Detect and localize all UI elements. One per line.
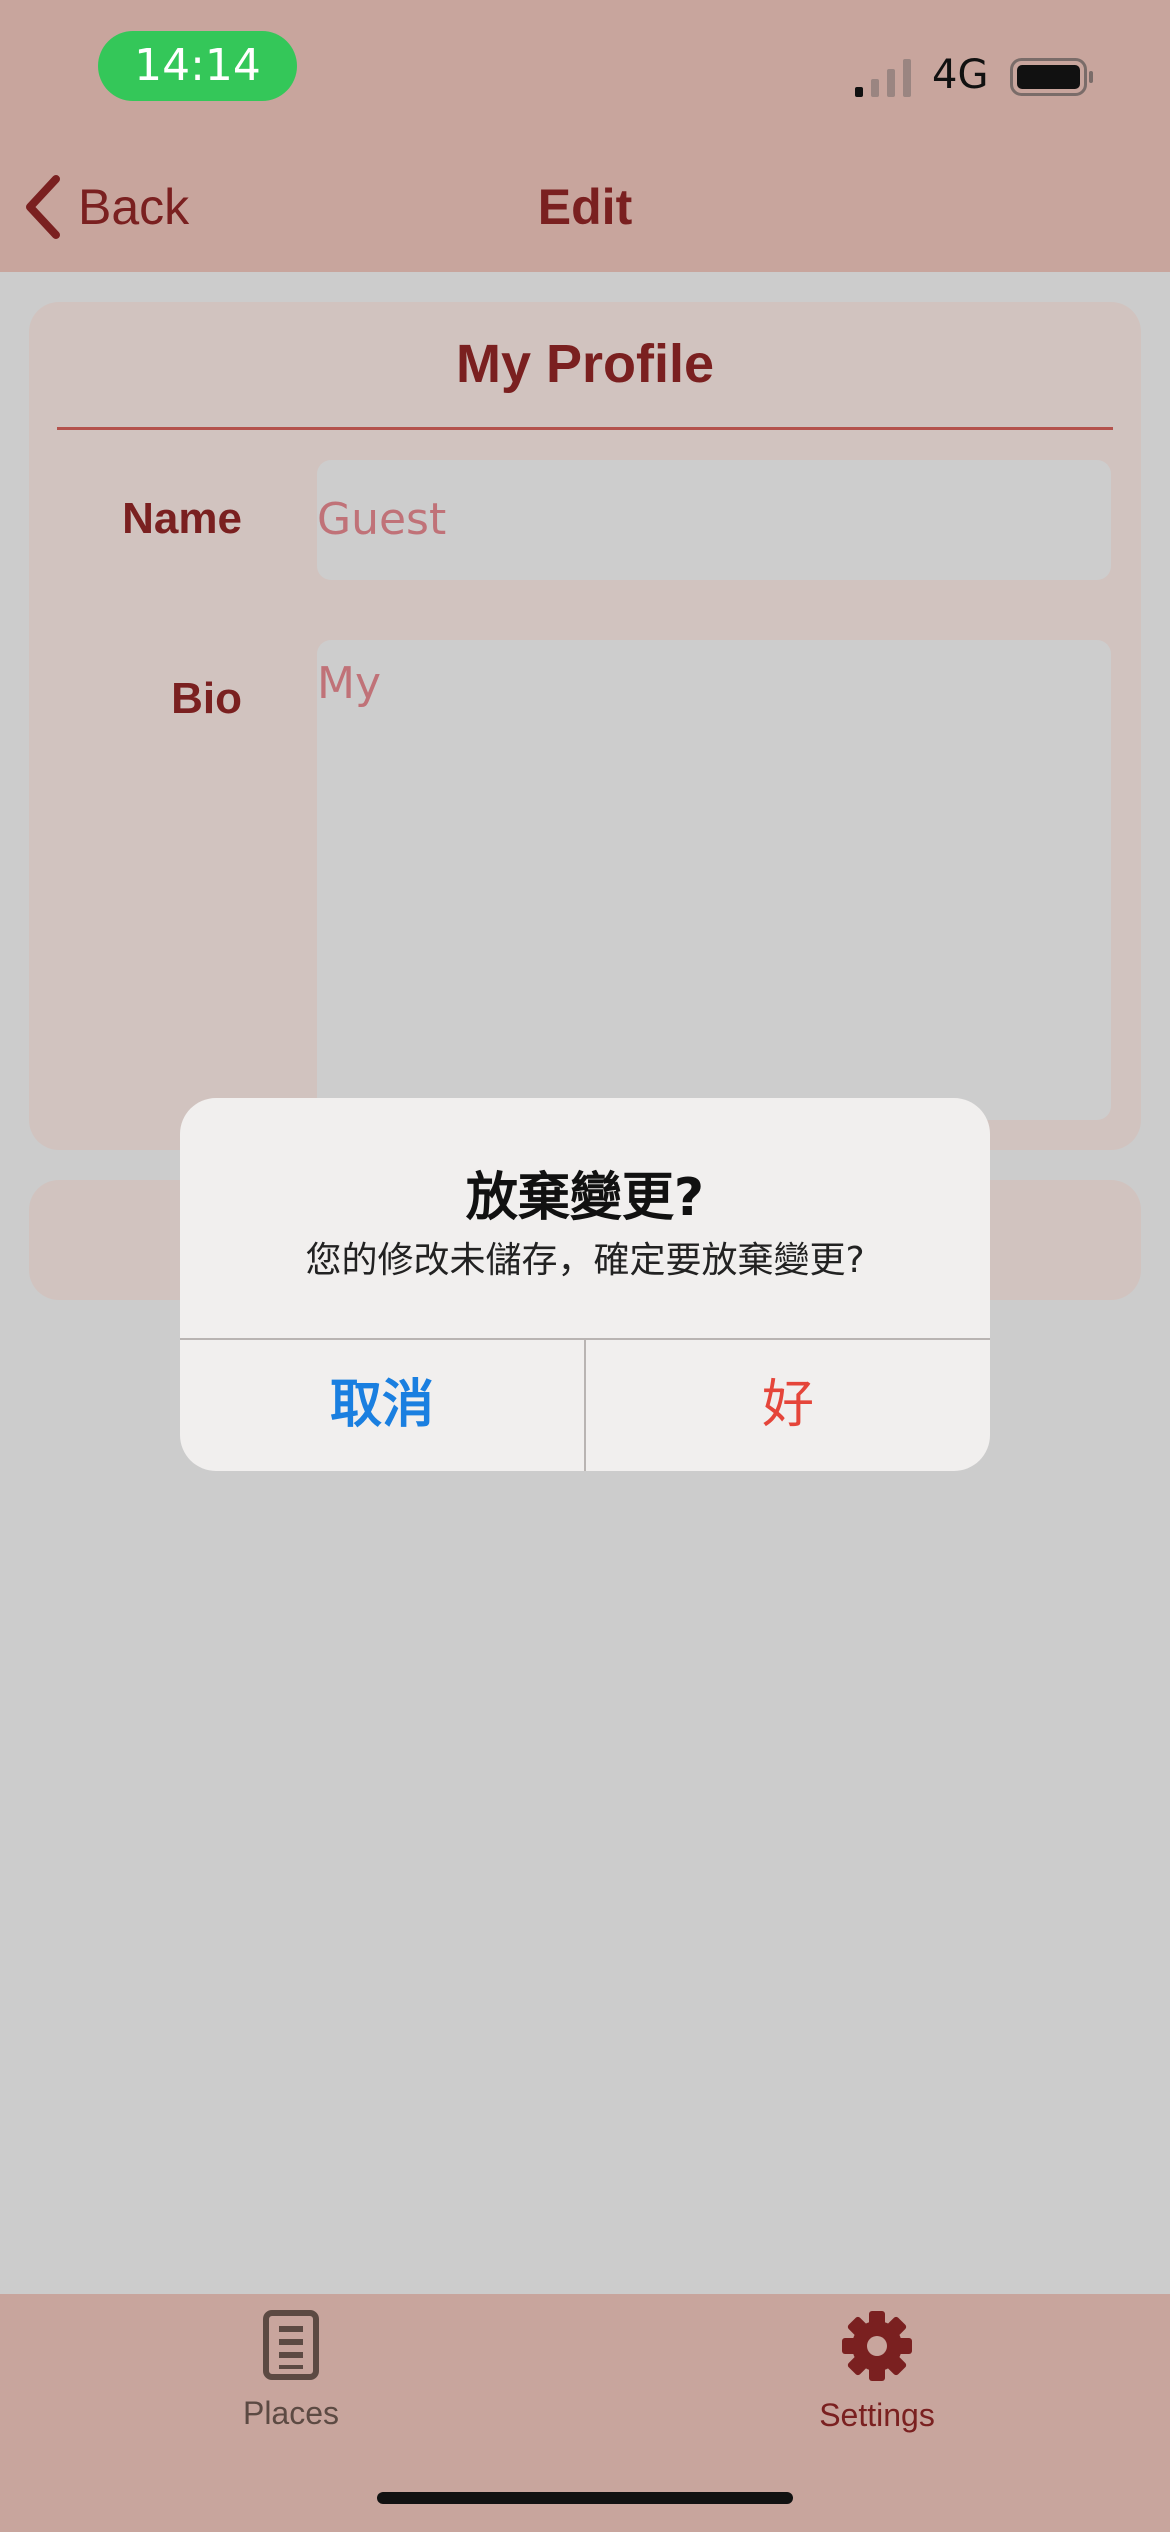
tab-settings-label: Settings [819,2397,935,2433]
cellular-signal-icon [855,59,911,97]
profile-title: My Profile [455,334,715,394]
bio-label: Bio [171,674,242,723]
bio-field[interactable]: My [317,640,1111,1120]
alert-title: 放棄變更? [465,1168,705,1228]
tab-settings[interactable]: Settings [727,2310,1027,2434]
name-field[interactable]: Guest [317,460,1111,580]
divider [57,427,1113,430]
discard-changes-alert: 放棄變更? 您的修改未儲存，確定要放棄變更? 取消 好 [180,1098,990,1471]
cancel-button[interactable]: 取消 [180,1340,584,1471]
tab-places[interactable]: Places [141,2310,441,2432]
name-label: Name [122,494,242,543]
gear-icon [842,2311,912,2381]
alert-message: 您的修改未儲存，確定要放棄變更? [305,1240,865,1281]
network-type: 4G [932,52,989,98]
document-list-icon [263,2310,319,2380]
battery-icon [1010,58,1093,96]
home-indicator [377,2492,793,2504]
confirm-discard-button[interactable]: 好 [586,1340,990,1471]
status-time: 14:14 [98,31,297,101]
tab-places-label: Places [242,2395,340,2431]
page-title: Edit [537,179,633,235]
